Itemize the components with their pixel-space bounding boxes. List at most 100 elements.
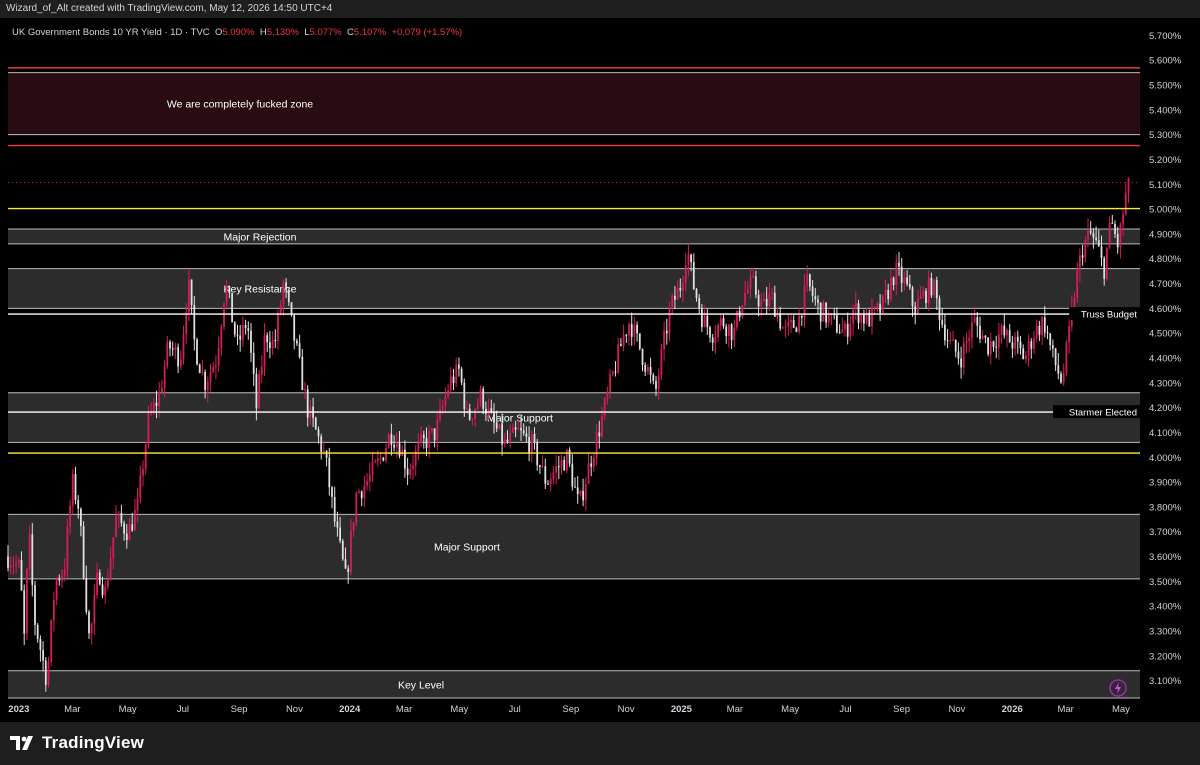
candle-body <box>82 526 85 578</box>
candle-body <box>1054 348 1057 366</box>
candle-body <box>1114 223 1116 234</box>
candle-body <box>71 474 74 506</box>
y-tick-label: 3.400% <box>1149 602 1182 613</box>
chart-legend: UK Government Bonds 10 YR Yield · 1D · T… <box>12 27 462 38</box>
candle-body <box>77 499 80 509</box>
candle-body <box>1089 230 1092 233</box>
candle-body <box>706 315 709 328</box>
candle-body <box>1119 224 1122 248</box>
candle-body <box>773 292 776 317</box>
candle-body <box>255 373 258 409</box>
candle-body <box>582 490 584 501</box>
y-tick-label: 3.200% <box>1149 651 1182 662</box>
footer-bar <box>0 722 1200 765</box>
bolt-icon[interactable] <box>1108 678 1128 698</box>
candle-body <box>128 524 131 541</box>
candle-body <box>798 315 800 332</box>
candle-body <box>485 408 487 414</box>
candle-body <box>854 303 857 310</box>
y-tick-label: 5.500% <box>1149 81 1182 92</box>
candle-body <box>906 277 908 285</box>
candle-body <box>1011 342 1014 349</box>
candle-body <box>201 371 204 374</box>
candle-body <box>763 298 765 302</box>
legend-high: 5.130% <box>266 27 299 38</box>
candle-body <box>638 333 641 350</box>
candle-body <box>649 367 652 375</box>
candle-body <box>385 447 387 461</box>
candle-body <box>155 402 158 406</box>
candle-body <box>63 569 66 576</box>
x-tick-label: 2023 <box>8 704 29 715</box>
x-tick-label: Sep <box>562 704 579 715</box>
candle-body <box>109 558 112 580</box>
zone-band <box>8 514 1140 579</box>
candle-body <box>152 402 155 412</box>
candle-body <box>287 289 290 303</box>
x-tick-label: Jul <box>509 704 521 715</box>
y-tick-label: 4.100% <box>1149 428 1182 439</box>
candle-body <box>444 396 447 406</box>
candle-body <box>185 312 188 334</box>
candle-body <box>779 313 782 329</box>
candle-body <box>881 295 884 313</box>
candle-body <box>873 306 876 308</box>
zone-band <box>8 392 1140 443</box>
x-tick-label: Nov <box>286 704 303 715</box>
candle-body <box>228 286 231 293</box>
candle-body <box>174 347 177 350</box>
tradingview-logo[interactable]: TradingView <box>10 733 144 753</box>
candle-body <box>733 327 736 340</box>
candle-body <box>611 371 614 375</box>
candle-body <box>584 483 587 501</box>
candle-body <box>690 254 692 263</box>
candle-body <box>571 463 574 487</box>
candle-body <box>93 595 96 624</box>
legend-low: 5.077% <box>309 27 342 38</box>
candle-body <box>344 559 347 569</box>
zone-band <box>8 268 1140 309</box>
candle-body <box>1052 345 1054 349</box>
y-tick-label: 3.800% <box>1149 502 1182 513</box>
candle-body <box>247 328 250 331</box>
y-tick-label: 4.500% <box>1149 329 1182 340</box>
candle-body <box>428 431 431 448</box>
level-note: Truss Budget <box>1081 310 1138 321</box>
zone-label: Major Rejection <box>224 231 297 243</box>
candle-body <box>466 408 468 410</box>
candle-body <box>822 302 825 322</box>
candle-body <box>863 314 865 324</box>
candle-body <box>455 364 458 384</box>
candle-body <box>792 319 795 328</box>
candle-body <box>439 408 441 420</box>
price-axis[interactable]: 5.700% 5.600% 5.500% 5.400% 5.300% 5.200% 5.10… <box>1140 18 1200 698</box>
y-tick-label: 4.000% <box>1149 453 1182 464</box>
candle-body <box>317 429 320 437</box>
candle-body <box>722 318 725 327</box>
candle-body <box>795 327 798 332</box>
candle-body <box>382 457 385 461</box>
candle-body <box>1049 333 1052 346</box>
candle-body <box>1087 230 1089 240</box>
candle-body <box>431 428 433 432</box>
candle-body <box>1043 317 1046 333</box>
candle-body <box>674 295 676 300</box>
candle-body <box>1068 326 1070 343</box>
candle-body <box>1103 257 1106 279</box>
candle-body <box>771 292 773 294</box>
candle-body <box>806 274 809 285</box>
candle-body <box>1019 341 1022 349</box>
candle-body <box>514 427 517 430</box>
candle-body <box>989 341 992 355</box>
candle-body <box>949 340 952 342</box>
candle-body <box>952 339 954 341</box>
candle-body <box>433 428 436 441</box>
candle-body <box>811 286 814 297</box>
candle-body <box>1041 317 1043 335</box>
candle-body <box>614 371 617 373</box>
time-axis[interactable]: 2023 Mar May Jul Sep Nov 2024 Mar May Jul Sep Nov 20… <box>8 704 1130 715</box>
candle-body <box>574 486 576 488</box>
candle-body <box>976 317 979 326</box>
candle-body <box>425 437 428 448</box>
price-chart[interactable]: We are completely fucked zone Major Rejec… <box>0 0 1200 765</box>
